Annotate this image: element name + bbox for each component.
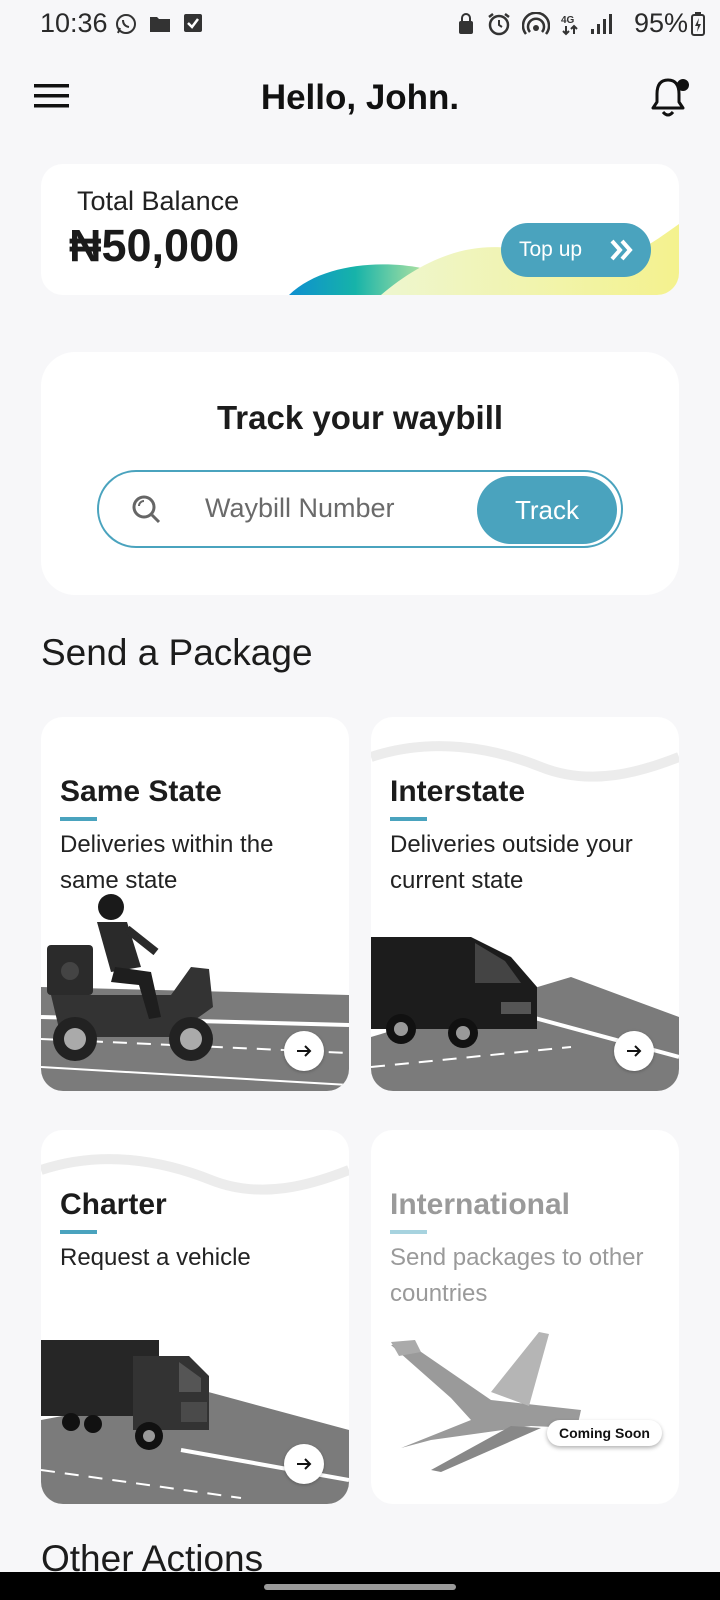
track-card: Track your waybill Track — [41, 352, 679, 595]
balance-card: Total Balance ₦50,000 Top up — [41, 164, 679, 295]
signal-icon — [590, 12, 612, 36]
4g-icon: 4G — [560, 12, 580, 36]
package-card-charter[interactable]: Charter Request a vehicle — [41, 1130, 349, 1504]
system-nav-bar — [0, 1572, 720, 1600]
status-bar: 10:36 4G 95% — [0, 0, 720, 48]
title-underline — [390, 817, 427, 821]
balance-amount: ₦50,000 — [69, 220, 240, 271]
title-underline — [390, 1230, 427, 1234]
track-title: Track your waybill — [216, 399, 504, 436]
battery-icon — [690, 12, 706, 41]
lock-icon — [456, 12, 476, 36]
package-card-title: Charter — [60, 1188, 167, 1221]
title-underline — [60, 817, 97, 821]
topup-button[interactable]: Top up — [501, 223, 651, 277]
home-handle[interactable] — [264, 1584, 456, 1590]
track-field: Track — [97, 470, 623, 548]
hotspot-icon — [522, 12, 550, 36]
waybill-input[interactable] — [205, 486, 455, 530]
package-card-description: Deliveries within the same state — [60, 831, 274, 894]
topup-label: Top up — [519, 238, 583, 261]
checkbox-icon — [182, 12, 204, 36]
folder-icon — [148, 12, 172, 36]
package-card-description: Deliveries outside your current state — [390, 831, 633, 894]
send-package-title: Send a Package — [41, 632, 313, 673]
arrow-right-icon[interactable] — [284, 1444, 324, 1484]
package-card-title: Interstate — [390, 775, 526, 808]
package-card-title: International — [390, 1188, 571, 1221]
battery-percentage: 95% — [633, 8, 688, 38]
whatsapp-icon — [114, 12, 138, 36]
page-title: Hello, John. — [260, 78, 460, 117]
arrow-right-icon[interactable] — [614, 1031, 654, 1071]
double-chevron-right-icon — [609, 238, 635, 268]
svg-text:4G: 4G — [561, 15, 575, 26]
search-icon — [129, 492, 163, 531]
package-card-interstate[interactable]: Interstate Deliveries outside your curre… — [371, 717, 679, 1091]
package-card-international: International Send packages to other cou… — [371, 1130, 679, 1504]
balance-label: Total Balance — [77, 186, 240, 216]
package-card-title: Same State — [60, 775, 222, 808]
arrow-right-icon[interactable] — [284, 1031, 324, 1071]
airplane-illustration — [391, 1332, 581, 1472]
status-time: 10:36 — [40, 8, 108, 38]
package-card-same-state[interactable]: Same State Deliveries within the same st… — [41, 717, 349, 1091]
title-underline — [60, 1230, 97, 1234]
package-card-description: Send packages to other countries — [390, 1244, 644, 1307]
coming-soon-badge: Coming Soon — [547, 1420, 662, 1446]
alarm-icon — [486, 12, 512, 36]
track-button[interactable]: Track — [477, 476, 617, 544]
package-card-description: Request a vehicle — [60, 1244, 251, 1271]
bell-icon[interactable] — [648, 74, 692, 120]
